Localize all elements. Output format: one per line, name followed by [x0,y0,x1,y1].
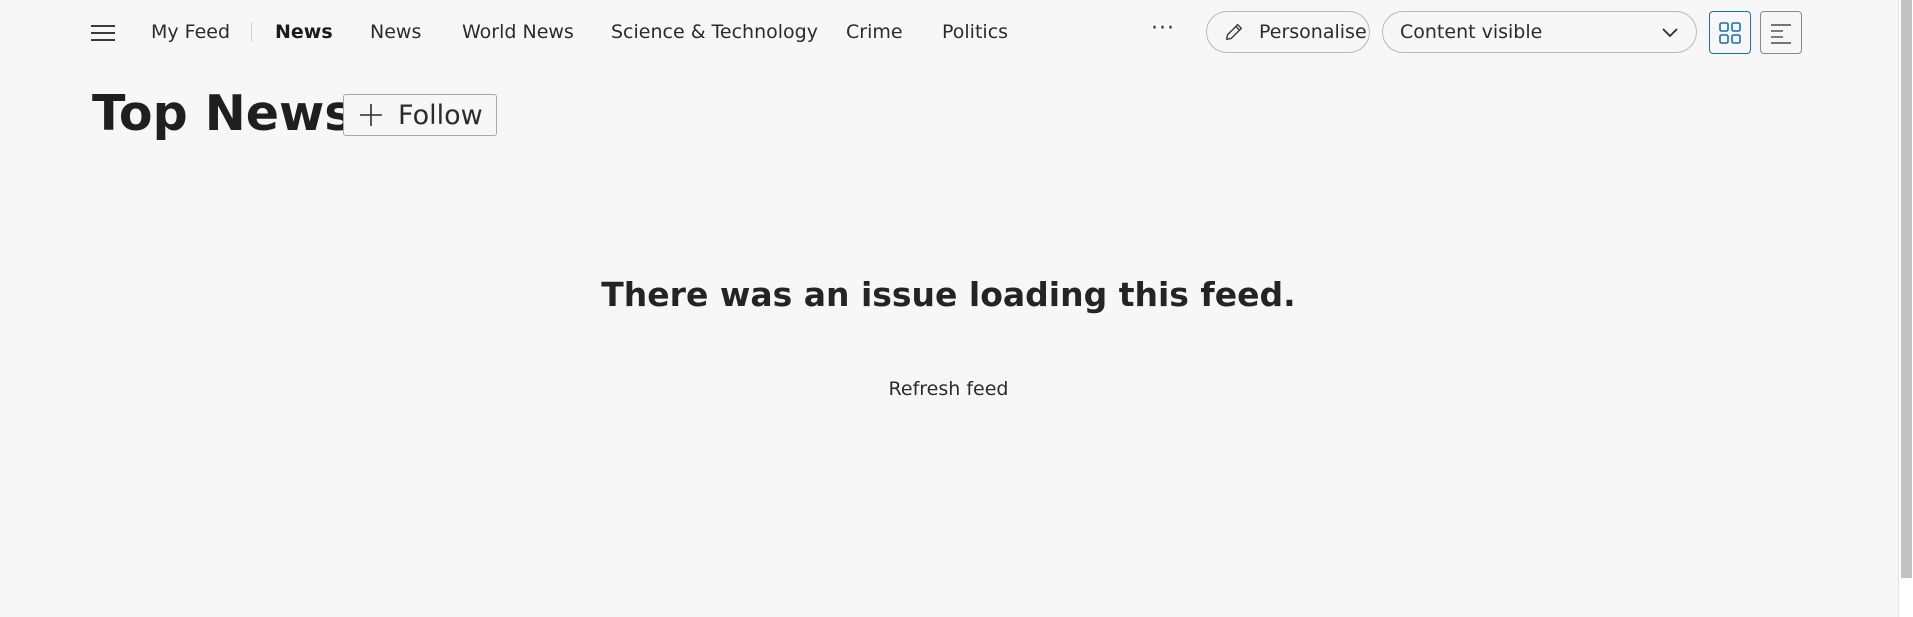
nav-item-science-technology[interactable]: Science & Technology [611,20,818,44]
nav-item-crime[interactable]: Crime [846,20,903,44]
pencil-icon [1225,23,1243,41]
plus-icon [360,104,382,126]
feed-error-message: There was an issue loading this feed. [601,275,1296,314]
nav-item-politics[interactable]: Politics [942,20,1008,44]
nav-item-my-feed[interactable]: My Feed [151,20,230,44]
personalise-label: Personalise [1259,21,1367,43]
grid-view-button[interactable] [1709,11,1751,54]
nav-divider [251,22,252,42]
vertical-scrollbar[interactable] [1898,0,1913,617]
chevron-down-icon [1662,28,1678,38]
nav-item-news-active[interactable]: News [275,20,333,44]
nav-item-world-news[interactable]: World News [462,20,574,44]
content-select-value: Content visible [1400,21,1543,43]
grid-view-icon [1719,21,1741,44]
more-options-button[interactable]: ··· [1148,14,1178,50]
personalise-button[interactable]: Personalise [1206,11,1370,53]
scrollbar-thumb[interactable] [1901,0,1912,578]
hamburger-menu-icon[interactable] [88,18,118,48]
content-visibility-select[interactable]: Content visible [1382,11,1697,53]
list-view-icon [1771,23,1791,44]
follow-button[interactable]: Follow [343,94,497,136]
follow-label: Follow [398,99,483,131]
page-title: Top News [92,85,354,142]
refresh-feed-container: Refresh feed [0,377,1897,401]
refresh-feed-link[interactable]: Refresh feed [889,378,1009,400]
nav-item-news[interactable]: News [370,20,421,44]
list-view-button[interactable] [1760,11,1802,54]
top-navigation-bar: My Feed News News World News Science & T… [0,0,1895,66]
